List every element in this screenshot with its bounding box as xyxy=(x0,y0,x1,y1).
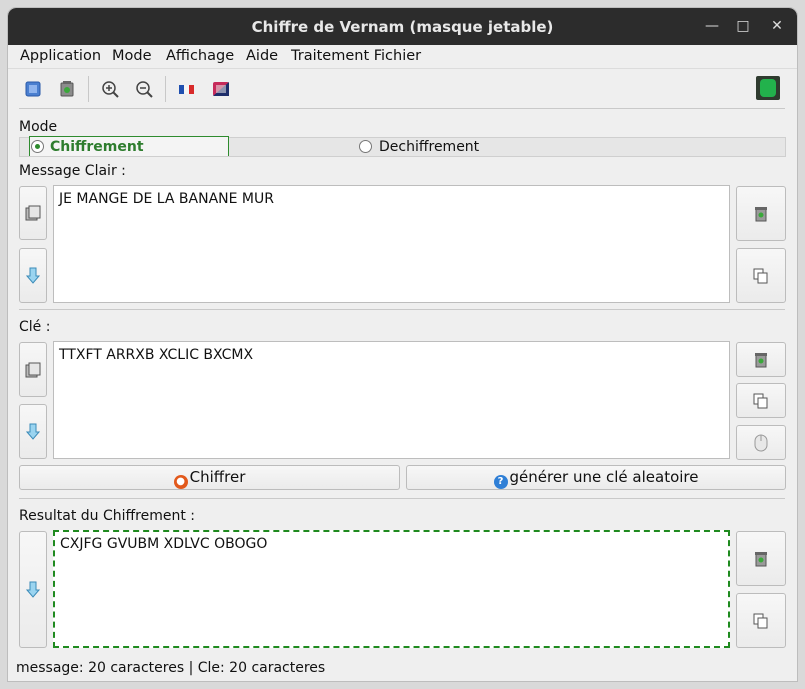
menu-bar: Application Mode Affichage Aide Traiteme… xyxy=(8,45,797,69)
menu-mode[interactable]: Mode xyxy=(112,48,152,64)
minimize-button[interactable]: — xyxy=(702,16,722,36)
document-icon xyxy=(25,205,41,221)
trash-icon xyxy=(755,206,767,221)
result-textarea[interactable]: CXJFG GVUBM XDLVC OBOGO xyxy=(53,530,730,648)
copy-icon xyxy=(753,613,768,628)
decrypt-radio-label[interactable]: Dechiffrement xyxy=(379,139,479,155)
clear-key-button[interactable] xyxy=(736,342,786,377)
menu-aide[interactable]: Aide xyxy=(246,48,278,64)
menu-application[interactable]: Application xyxy=(20,48,101,64)
import-message-button[interactable] xyxy=(19,248,47,303)
copy-icon xyxy=(753,268,768,283)
app-logo-icon xyxy=(756,76,780,100)
french-flag-icon[interactable] xyxy=(178,80,196,98)
mode-label: Mode xyxy=(19,119,58,135)
title-bar: Chiffre de Vernam (masque jetable) — □ ✕ xyxy=(8,8,797,45)
key-textarea[interactable]: TTXFT ARRXB XCLIC BXCMX xyxy=(53,341,730,459)
open-key-file-button[interactable] xyxy=(19,342,47,397)
app-window: Chiffre de Vernam (masque jetable) — □ ✕… xyxy=(8,8,797,681)
copy-result-button[interactable] xyxy=(736,593,786,648)
import-key-button[interactable] xyxy=(19,404,47,459)
menu-affichage[interactable]: Affichage xyxy=(166,48,234,64)
encrypt-button-label: Chiffrer xyxy=(189,468,246,486)
english-flag-icon[interactable] xyxy=(212,80,230,98)
open-message-file-button[interactable] xyxy=(19,186,47,240)
clear-icon[interactable] xyxy=(58,80,76,98)
encrypt-radio-label[interactable]: Chiffrement xyxy=(50,139,144,155)
export-result-button[interactable] xyxy=(19,531,47,648)
copy-icon xyxy=(753,393,768,408)
document-icon xyxy=(25,362,41,377)
message-label: Message Clair : xyxy=(19,163,126,179)
message-textarea[interactable]: JE MANGE DE LA BANANE MUR xyxy=(53,185,730,303)
zoom-out-icon[interactable] xyxy=(135,80,153,98)
arrow-down-icon xyxy=(26,423,40,440)
menu-traitement-fichier[interactable]: Traitement Fichier xyxy=(291,48,421,64)
maximize-button[interactable]: □ xyxy=(733,16,753,36)
random-key-mouse-button[interactable] xyxy=(736,425,786,460)
toolbar-separator xyxy=(88,76,89,102)
mouse-icon xyxy=(754,434,768,451)
clear-result-button[interactable] xyxy=(736,531,786,586)
clear-message-button[interactable] xyxy=(736,186,786,241)
encrypt-button[interactable]: ● Chiffrer xyxy=(19,465,400,490)
encrypt-radio[interactable] xyxy=(31,140,44,153)
trash-icon xyxy=(755,352,767,367)
window-title: Chiffre de Vernam (masque jetable) xyxy=(251,18,554,36)
key-label: Clé : xyxy=(19,319,51,335)
divider xyxy=(19,309,785,310)
lock-icon: ● xyxy=(173,475,188,489)
close-button[interactable]: ✕ xyxy=(767,16,787,36)
help-icon: ? xyxy=(493,475,508,489)
toolbar-separator xyxy=(165,76,166,102)
generate-key-button[interactable]: ? générer une clé aleatoire xyxy=(406,465,786,490)
decrypt-radio[interactable] xyxy=(359,140,372,153)
divider xyxy=(19,108,785,109)
zoom-in-icon[interactable] xyxy=(101,80,119,98)
select-all-icon[interactable] xyxy=(24,80,42,98)
result-label: Resultat du Chiffrement : xyxy=(19,508,196,524)
arrow-down-icon xyxy=(26,581,40,598)
copy-message-button[interactable] xyxy=(736,248,786,303)
trash-icon xyxy=(755,551,767,566)
divider xyxy=(19,498,785,499)
arrow-down-icon xyxy=(26,267,40,284)
copy-key-button[interactable] xyxy=(736,383,786,418)
toolbar xyxy=(8,70,797,108)
status-bar: message: 20 caracteres | Cle: 20 caracte… xyxy=(16,660,326,676)
generate-key-button-label: générer une clé aleatoire xyxy=(509,468,699,486)
